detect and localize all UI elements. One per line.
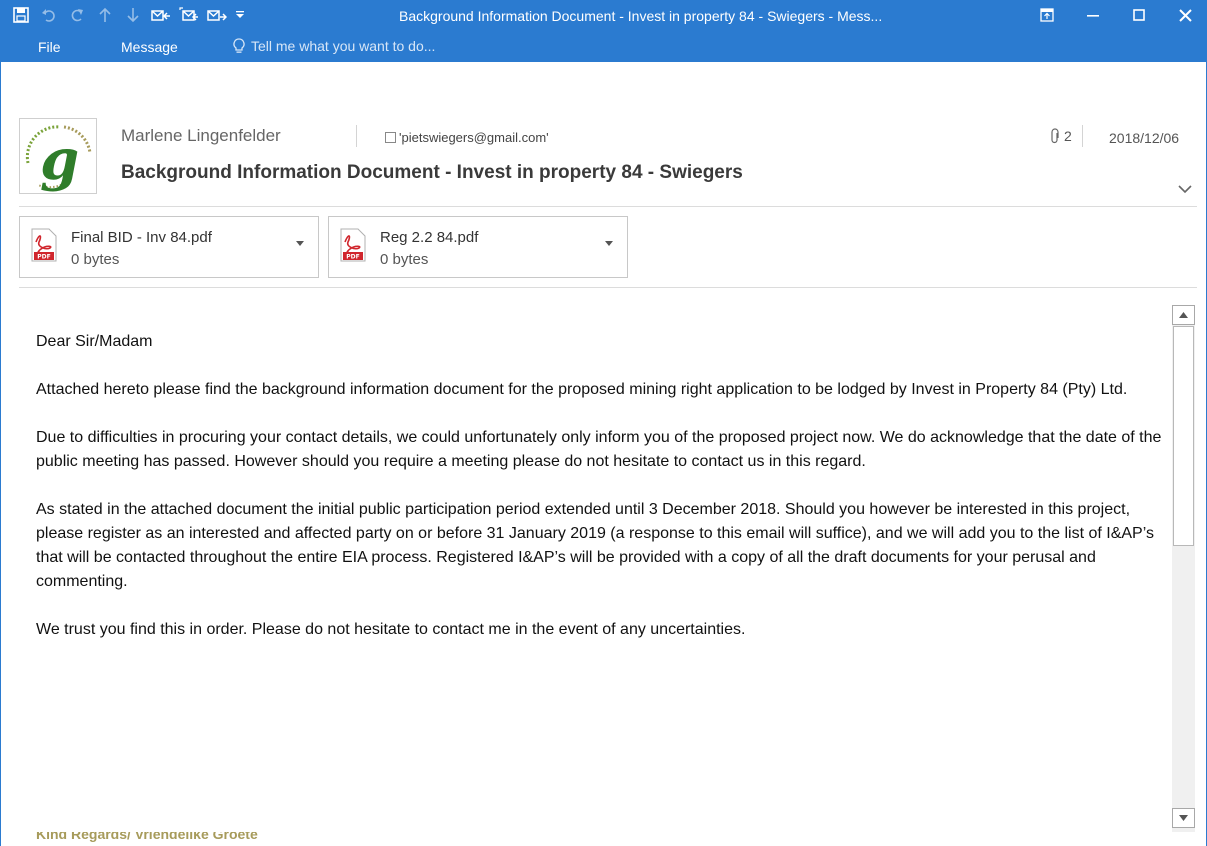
header-separator [356,125,357,147]
recipient-checkbox[interactable] [385,132,396,143]
attachment-count: 2 [1050,128,1072,144]
sender-avatar: g [19,118,97,194]
expand-header-icon[interactable] [1178,181,1192,199]
sent-date: 2018/12/06 [1109,130,1180,146]
body-paragraph: As stated in the attached document the i… [36,501,1154,590]
svg-text:g: g [40,127,79,193]
lightbulb-icon [233,38,245,53]
pdf-icon: PDF [340,228,366,262]
attachments-divider [19,287,1197,288]
greeting: Dear Sir/Madam [36,333,153,350]
attachment-size: 0 bytes [380,251,429,268]
reply-icon[interactable] [147,0,175,30]
scroll-up-icon[interactable] [1172,305,1195,325]
attachment-size: 0 bytes [71,251,120,268]
attachment-name: Reg 2.2 84.pdf [380,229,479,246]
tell-me-search[interactable]: Tell me what you want to do... [233,38,435,54]
signature-text: Kind Regards/ Vriendelike Groete [36,832,258,842]
chevron-down-icon[interactable] [296,241,304,246]
sender-name[interactable]: Marlene Lingenfelder [121,126,281,146]
pdf-icon: PDF [31,228,57,262]
recipient-address: 'pietswiegers@gmail.com' [399,130,549,145]
customize-toolbar-icon[interactable] [231,0,249,30]
next-item-icon[interactable] [119,0,147,30]
header-divider [19,206,1197,207]
forward-icon[interactable] [203,0,231,30]
close-icon[interactable] [1162,0,1207,30]
body-paragraph: Due to difficulties in procuring your co… [36,429,1162,470]
redo-icon[interactable] [63,0,91,30]
scroll-thumb[interactable] [1173,326,1194,546]
attachment-item[interactable]: PDF Reg 2.2 84.pdf 0 bytes [328,216,628,278]
attachment-count-value: 2 [1064,128,1072,144]
chevron-down-icon[interactable] [605,241,613,246]
tab-message[interactable]: Message [121,39,178,55]
window-controls [1024,0,1207,30]
attachment-item[interactable]: PDF Final BID - Inv 84.pdf 0 bytes [19,216,319,278]
quick-access-toolbar [7,0,249,30]
recipient[interactable]: 'pietswiegers@gmail.com' [385,130,549,145]
minimize-icon[interactable] [1070,0,1116,30]
ribbon-display-options-icon[interactable] [1024,0,1070,30]
save-icon[interactable] [7,0,35,30]
body-paragraph: Attached hereto please find the backgrou… [36,381,1128,398]
message-window: Background Information Document - Invest… [0,0,1207,846]
paperclip-icon [1051,128,1059,144]
tell-me-placeholder: Tell me what you want to do... [251,38,436,54]
message-body: Dear Sir/Madam Attached hereto please fi… [36,330,1166,666]
svg-text:PDF: PDF [37,254,50,261]
svg-text:PDF: PDF [346,254,359,261]
maximize-icon[interactable] [1116,0,1162,30]
tab-file[interactable]: File [38,39,61,55]
header-separator-2 [1082,125,1083,147]
scroll-down-icon[interactable] [1172,808,1195,828]
undo-icon[interactable] [35,0,63,30]
signature: Kind Regards/ Vriendelike Groete [36,832,356,846]
title-bar: Background Information Document - Invest… [1,0,1207,62]
message-subject: Background Information Document - Invest… [121,162,743,183]
window-title: Background Information Document - Invest… [399,8,883,24]
vertical-scrollbar[interactable] [1172,305,1195,832]
body-paragraph: We trust you find this in order. Please … [36,621,746,638]
reply-all-icon[interactable] [175,0,203,30]
attachment-name: Final BID - Inv 84.pdf [71,229,212,246]
previous-item-icon[interactable] [91,0,119,30]
